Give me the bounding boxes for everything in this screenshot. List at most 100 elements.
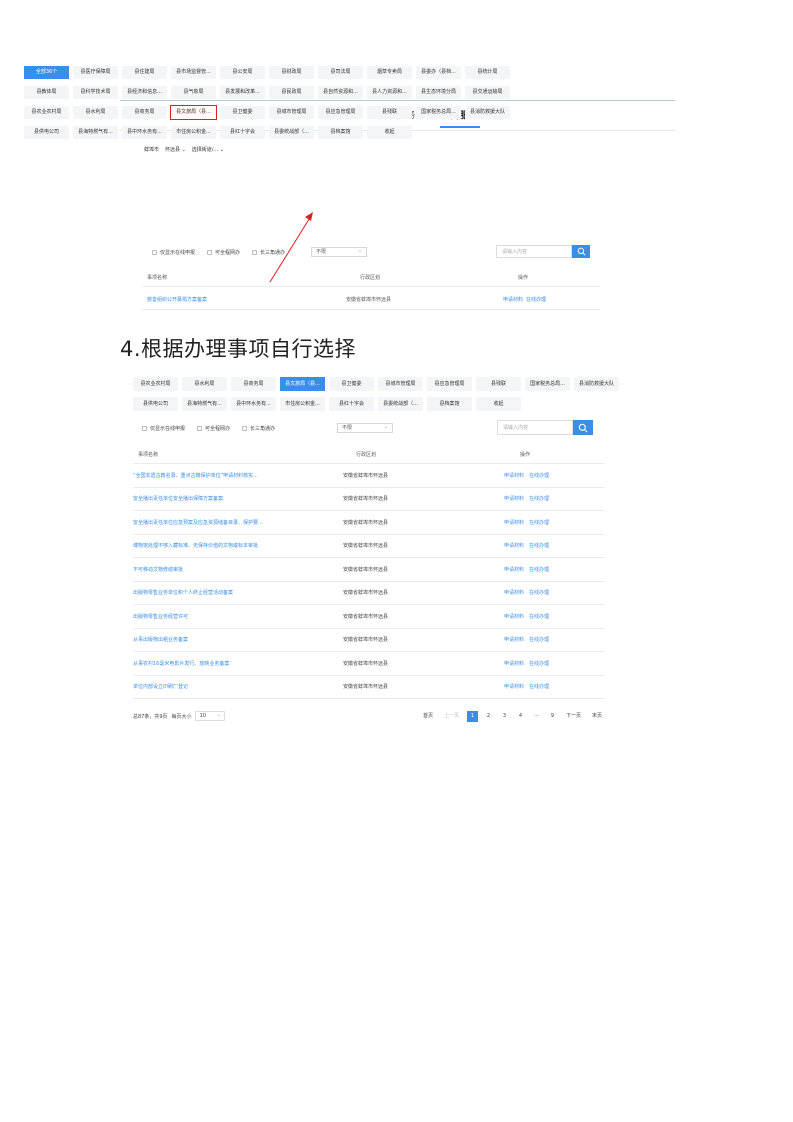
department-chip[interactable]: 县中环水务有... bbox=[122, 126, 167, 139]
department-chip[interactable]: 县城市管理局 bbox=[269, 106, 314, 119]
department-chip[interactable]: 县水利局 bbox=[182, 377, 227, 391]
online-handle-link[interactable]: 在线办理 bbox=[529, 543, 549, 549]
online-handle-link[interactable]: 在线办理 bbox=[529, 567, 549, 573]
department-chip[interactable]: 县经济和信息... bbox=[122, 86, 167, 99]
apply-materials-link[interactable]: 申请材料 bbox=[504, 637, 524, 643]
department-chip[interactable]: 市住房公积金... bbox=[171, 126, 216, 139]
item-name-link[interactable]: 安全播出责任单位应急预案及应急资源储备目录、保护要... bbox=[133, 519, 338, 526]
department-chip[interactable]: 县档案馆 bbox=[318, 126, 363, 139]
online-handle-link[interactable]: 在线办理 bbox=[526, 296, 546, 303]
item-name-link[interactable]: 出版物零售业务经营许可 bbox=[133, 613, 338, 620]
department-chip[interactable]: 国家税务总局... bbox=[416, 106, 461, 119]
page-size-select[interactable]: 10 bbox=[194, 711, 225, 721]
department-chip[interactable]: 县委统战部（... bbox=[378, 397, 423, 411]
department-chip[interactable]: 县水利局 bbox=[73, 106, 118, 119]
yangtze-delta-checkbox[interactable]: 长三角通办 bbox=[242, 425, 275, 432]
item-name-link[interactable]: 慈善组织公开募捐方案备案 bbox=[147, 296, 207, 303]
item-name-link[interactable]: 博物馆处理不够入藏标准、无保存价值的文物或标本审批 bbox=[133, 542, 338, 549]
department-chip[interactable]: 县农业农村局 bbox=[133, 377, 178, 391]
online-handle-link[interactable]: 在线办理 bbox=[529, 496, 549, 502]
department-chip[interactable]: 县公安局 bbox=[220, 66, 265, 79]
online-handle-link[interactable]: 在线办理 bbox=[529, 473, 549, 479]
department-chip[interactable]: 县科学技术局 bbox=[73, 86, 118, 99]
search-input[interactable]: 请输入内容 bbox=[497, 420, 573, 435]
apply-materials-link[interactable]: 申请材料 bbox=[504, 661, 524, 667]
search-button[interactable] bbox=[572, 245, 590, 258]
department-chip[interactable]: 县委办（县档... bbox=[416, 66, 461, 79]
department-chip[interactable]: 县文旅局（县... bbox=[170, 105, 217, 120]
filter-select[interactable]: 不限 bbox=[337, 423, 394, 433]
department-chip[interactable]: 市住房公积金... bbox=[280, 397, 325, 411]
full-process-checkbox[interactable]: 可全程网办 bbox=[207, 249, 240, 256]
item-name-link[interactable]: 从事出版物出租业务备案 bbox=[133, 636, 338, 643]
department-chip[interactable]: 县商务局 bbox=[122, 106, 167, 119]
department-chip[interactable]: 县残联 bbox=[367, 106, 412, 119]
apply-materials-link[interactable]: 申请材料 bbox=[504, 543, 524, 549]
item-name-link[interactable]: “全国非遗古籍名录、重点古籍保护单位”申请材料核实... bbox=[133, 472, 338, 479]
department-chip[interactable]: 县交通运输局 bbox=[465, 86, 510, 99]
department-chip[interactable]: 县供电公司 bbox=[133, 397, 178, 411]
department-chip[interactable]: 县红十字会 bbox=[220, 126, 265, 139]
department-chip[interactable]: 国家税务总局... bbox=[525, 377, 570, 391]
department-chip[interactable]: 县气象局 bbox=[171, 86, 216, 99]
prev-page-button[interactable]: 上一页 bbox=[441, 711, 462, 722]
department-chip[interactable]: 县红十字会 bbox=[329, 397, 374, 411]
breadcrumb-street[interactable]: 选择街道/... ⌄ bbox=[192, 146, 224, 153]
department-chip[interactable]: 县农业农村局 bbox=[24, 106, 69, 119]
department-chip[interactable]: 全部36个 bbox=[24, 66, 69, 79]
online-handle-link[interactable]: 在线办理 bbox=[529, 684, 549, 690]
item-name-link[interactable]: 安全播出责任单位安全播出保障方案备案 bbox=[133, 495, 338, 502]
department-chip[interactable]: 烟草专卖局 bbox=[367, 66, 412, 79]
first-page-button[interactable]: 首页 bbox=[420, 711, 436, 722]
department-chip[interactable]: 县发展和改革... bbox=[220, 86, 265, 99]
apply-materials-link[interactable]: 申请材料 bbox=[504, 684, 524, 690]
page-number-button[interactable]: 2 bbox=[483, 711, 494, 722]
next-page-button[interactable]: 下一页 bbox=[563, 711, 584, 722]
apply-materials-link[interactable]: 申请材料 bbox=[504, 614, 524, 620]
department-chip[interactable]: 县委统战部（... bbox=[269, 126, 314, 139]
apply-materials-link[interactable]: 申请材料 bbox=[504, 520, 524, 526]
last-page-button[interactable]: 末页 bbox=[589, 711, 605, 722]
online-handle-link[interactable]: 在线办理 bbox=[529, 520, 549, 526]
online-only-checkbox[interactable]: 仅显示在线申报 bbox=[142, 425, 185, 432]
department-chip[interactable]: 县海特燃气有... bbox=[182, 397, 227, 411]
apply-materials-link[interactable]: 申请材料 bbox=[504, 590, 524, 596]
item-name-link[interactable]: 单位内部设立印刷厂登记 bbox=[133, 683, 338, 690]
search-button[interactable] bbox=[573, 420, 593, 435]
department-chip[interactable]: 县生态环境分局 bbox=[416, 86, 461, 99]
department-chip[interactable]: 县供电公司 bbox=[24, 126, 69, 139]
full-process-checkbox[interactable]: 可全程网办 bbox=[197, 425, 230, 432]
page-number-button[interactable]: 1 bbox=[466, 710, 478, 722]
page-number-button[interactable]: 9 bbox=[547, 711, 558, 722]
item-name-link[interactable]: 从事农村16毫米电影片发行、放映业务备案 bbox=[133, 660, 338, 667]
department-chip[interactable]: 县教体局 bbox=[24, 86, 69, 99]
page-number-button[interactable]: ··· bbox=[531, 711, 542, 722]
department-chip[interactable]: 县统计局 bbox=[465, 66, 510, 79]
department-chip[interactable]: 县残联 bbox=[476, 377, 521, 391]
online-handle-link[interactable]: 在线办理 bbox=[529, 637, 549, 643]
online-only-checkbox[interactable]: 仅显示在线申报 bbox=[152, 249, 195, 256]
breadcrumb-city[interactable]: 蚌埠市 bbox=[144, 146, 159, 153]
department-chip[interactable]: 县市场监督管... bbox=[171, 66, 216, 79]
online-handle-link[interactable]: 在线办理 bbox=[529, 590, 549, 596]
department-chip[interactable]: 县医疗保障局 bbox=[73, 66, 118, 79]
apply-materials-link[interactable]: 申请材料 bbox=[504, 496, 524, 502]
department-chip[interactable]: 县商务局 bbox=[231, 377, 276, 391]
department-chip[interactable]: 县自然资源和... bbox=[318, 86, 363, 99]
apply-materials-link[interactable]: 申请材料 bbox=[504, 567, 524, 573]
department-chip[interactable]: 收起 bbox=[367, 126, 412, 139]
item-name-link[interactable]: 出版物零售业务单位和个人终止经营活动备案 bbox=[133, 589, 338, 596]
department-chip[interactable]: 县中环水务有... bbox=[231, 397, 276, 411]
department-chip[interactable]: 县应急管理局 bbox=[427, 377, 472, 391]
department-chip[interactable]: 县卫健委 bbox=[329, 377, 374, 391]
department-chip[interactable]: 县城市管理局 bbox=[378, 377, 423, 391]
department-chip[interactable]: 县文旅局（县... bbox=[280, 377, 325, 391]
page-number-button[interactable]: 3 bbox=[499, 711, 510, 722]
department-chip[interactable]: 县档案馆 bbox=[427, 397, 472, 411]
apply-materials-link[interactable]: 申请材料 bbox=[504, 473, 524, 479]
page-number-button[interactable]: 4 bbox=[515, 711, 526, 722]
online-handle-link[interactable]: 在线办理 bbox=[529, 661, 549, 667]
apply-materials-link[interactable]: 申请材料 bbox=[503, 296, 523, 303]
department-chip[interactable]: 县海特燃气有... bbox=[73, 126, 118, 139]
department-chip[interactable]: 收起 bbox=[476, 397, 521, 411]
